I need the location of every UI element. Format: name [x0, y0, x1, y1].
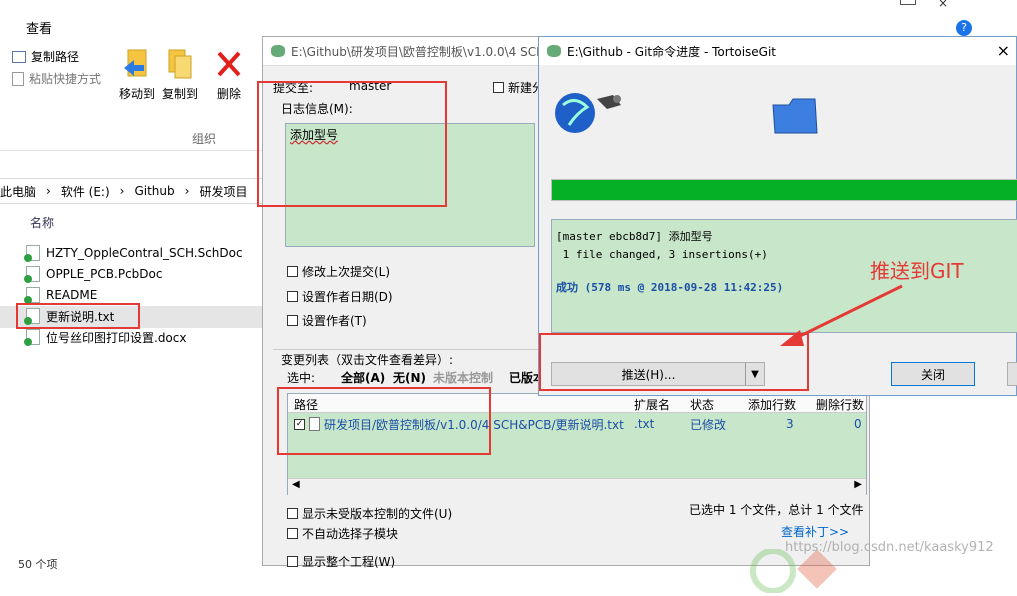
globe-icon	[551, 85, 631, 140]
copy-to-button[interactable]: 复制到	[160, 48, 200, 102]
breadcrumb-item[interactable]: 此电脑	[0, 183, 36, 200]
copy-path-icon	[12, 50, 26, 63]
selection-summary: 已选中 1 个文件，总计 1 个文件	[689, 503, 864, 517]
ribbon-group-label: 组织	[192, 132, 217, 146]
list-item[interactable]: OPPLE_PCB.PcbDoc	[24, 264, 162, 284]
delete-button[interactable]: 删除	[212, 48, 246, 102]
view-patch-link[interactable]: 查看补丁>>	[781, 523, 849, 540]
paste-shortcut-button[interactable]: 粘贴快捷方式	[12, 70, 101, 87]
log-message-input[interactable]: 添加型号	[285, 123, 535, 247]
progress-bar	[551, 179, 1017, 201]
close-icon[interactable]: ×	[997, 41, 1010, 60]
breadcrumb-separator: ›	[184, 184, 190, 198]
annotation-arrow-icon	[780, 284, 903, 346]
list-item[interactable]: 位号丝印图打印设置.docx	[24, 327, 186, 347]
col-header-path[interactable]: 路径	[294, 396, 318, 413]
help-icon[interactable]: ?	[956, 20, 972, 36]
move-to-button[interactable]: 移动到	[117, 48, 157, 102]
git-file-icon	[24, 266, 40, 283]
checkbox-box	[287, 528, 298, 539]
checkbox-box	[493, 82, 504, 93]
tortoisegit-logo	[733, 548, 863, 594]
progress-titlebar: E:\Github - Git命令进度 - TortoiseGit ×	[539, 37, 1016, 65]
show-whole-project-checkbox[interactable]: 显示整个工程(W)	[287, 553, 395, 570]
column-header-name[interactable]: 名称	[30, 214, 54, 231]
breadcrumb-item[interactable]: 软件 (E:)	[61, 183, 110, 200]
col-header-removed[interactable]: 删除行数	[816, 396, 864, 413]
checkbox-box	[287, 266, 298, 277]
window-close-icon[interactable]: ×	[938, 0, 948, 10]
col-header-status[interactable]: 状态	[690, 396, 714, 413]
set-author-checkbox[interactable]: 设置作者(T)	[287, 312, 367, 329]
tortoisegit-icon	[271, 45, 285, 57]
status-bar-count: 50 个项	[18, 558, 58, 571]
col-header-added[interactable]: 添加行数	[748, 396, 796, 413]
list-item[interactable]: HZTY_OppleContral_SCH.SchDoc	[24, 243, 243, 263]
list-item[interactable]: 更新说明.txt	[24, 306, 114, 326]
copy-to-icon	[168, 49, 192, 79]
amend-checkbox[interactable]: 修改上次提交(L)	[287, 263, 390, 280]
folder-icon	[771, 95, 821, 140]
watermark: https://blog.csdn.net/kaasky912	[785, 540, 994, 555]
col-header-ext[interactable]: 扩展名	[634, 396, 670, 413]
tortoisegit-icon	[547, 45, 561, 57]
row-path: 研发项目/欧普控制板/v1.0.0/4 SCH&PCB/更新说明.txt	[324, 417, 624, 432]
breadcrumb-item[interactable]: 研发项目	[199, 183, 247, 200]
no-auto-select-checkbox[interactable]: 不自动选择子模块	[287, 525, 398, 542]
git-file-icon	[24, 329, 40, 346]
scroll-right-icon[interactable]: ▶	[854, 479, 862, 490]
breadcrumb-separator: ›	[119, 184, 125, 198]
extra-button[interactable]	[1007, 362, 1017, 386]
row-checkbox[interactable]: ✓	[294, 418, 305, 430]
checkbox-box	[287, 508, 298, 519]
explorer-ribbon: 查看 复制路径 粘贴快捷方式 移动到 复制到 删除 组织	[0, 0, 262, 151]
commit-to-label: 提交至:	[273, 81, 314, 95]
git-file-icon	[24, 245, 40, 262]
checkbox-box	[287, 291, 298, 302]
close-button[interactable]: 关闭	[891, 362, 975, 386]
list-item[interactable]: README	[24, 285, 97, 305]
breadcrumb-separator: ›	[46, 184, 51, 198]
row-ext: .txt	[634, 417, 655, 431]
select-all-link[interactable]: 全部(A)	[341, 369, 385, 386]
show-unversioned-checkbox[interactable]: 显示未受版本控制的文件(U)	[287, 505, 452, 522]
select-none-link[interactable]: 无(N)	[393, 369, 426, 386]
branch-name: master	[349, 79, 392, 93]
file-icon	[309, 417, 320, 431]
log-message-text: 添加型号	[290, 128, 339, 142]
progress-bar-fill	[552, 180, 1017, 200]
git-file-icon	[24, 287, 40, 304]
select-label: 选中:	[287, 371, 316, 385]
log-message-label: 日志信息(M):	[281, 102, 353, 116]
copy-path-button[interactable]: 复制路径	[12, 48, 79, 65]
ribbon-tab-view[interactable]: 查看	[26, 18, 52, 37]
breadcrumb-item[interactable]: Github	[134, 184, 174, 198]
row-added: 3	[786, 417, 794, 431]
new-branch-checkbox[interactable]: 新建分	[493, 79, 544, 96]
git-file-icon	[24, 308, 40, 325]
table-row[interactable]: ✓ 研发项目/欧普控制板/v1.0.0/4 SCH&PCB/更新说明.txt .…	[288, 414, 866, 434]
checkbox-box	[287, 315, 298, 326]
chevron-down-icon[interactable]: ▼	[745, 363, 764, 385]
set-date-checkbox[interactable]: 设置作者日期(D)	[287, 288, 393, 305]
file-explorer-window: 查看 复制路径 粘贴快捷方式 移动到 复制到 删除 组织 此电脑 › 软件 (E…	[0, 0, 262, 571]
log-line: [master ebcb8d7] 添加型号	[556, 230, 713, 243]
horizontal-scrollbar[interactable]: ◀ ▶	[288, 478, 866, 495]
row-status: 已修改	[690, 417, 727, 432]
breadcrumb[interactable]: 此电脑 › 软件 (E:) › Github › 研发项目	[0, 178, 262, 204]
checkbox-box	[287, 556, 298, 567]
window-maximize-icon[interactable]	[900, 0, 916, 5]
changes-label: 变更列表（双击文件查看差异）:	[281, 353, 454, 367]
scroll-left-icon[interactable]: ◀	[292, 479, 300, 490]
paste-shortcut-icon	[12, 71, 24, 86]
select-unversioned-link[interactable]: 未版本控制	[433, 369, 493, 386]
changes-table[interactable]: 路径 扩展名 状态 添加行数 删除行数 ✓ 研发项目/欧普控制板/v1.0.0/…	[287, 393, 867, 495]
row-removed: 0	[854, 417, 862, 431]
move-to-icon	[124, 49, 147, 77]
delete-icon	[217, 51, 241, 77]
push-button[interactable]: 推送(H)... ▼	[551, 362, 765, 386]
